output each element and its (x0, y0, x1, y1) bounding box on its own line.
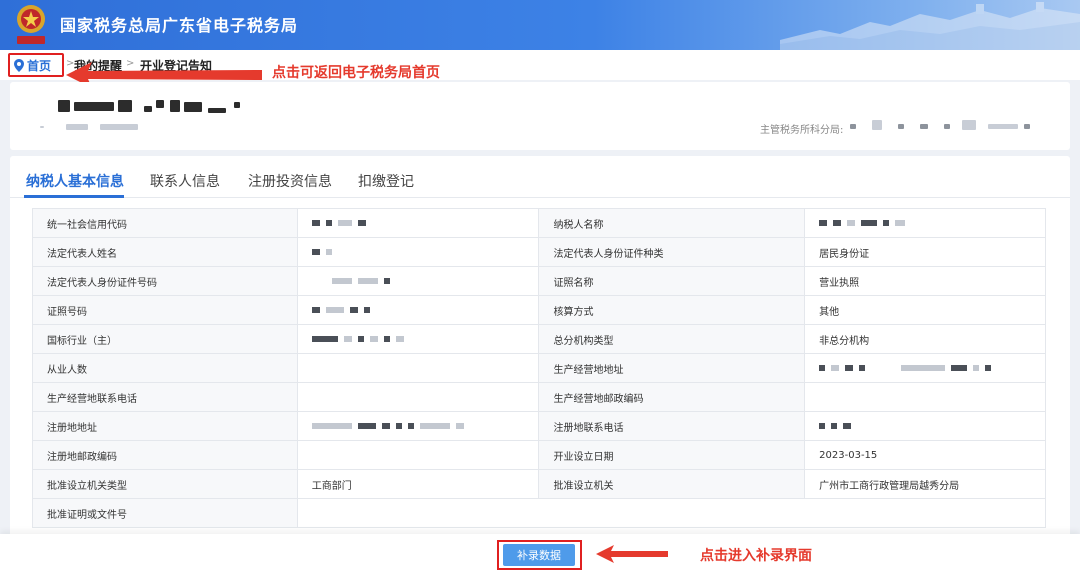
table-row: 法定代表人姓名 法定代表人身份证件种类 居民身份证 (32, 237, 1046, 267)
field-value-redacted (296, 295, 540, 325)
field-value: 其他 (804, 295, 1046, 325)
tab-contacts[interactable]: 联系人信息 (150, 171, 220, 191)
tax-emblem-icon (17, 5, 45, 44)
field-value-redacted (296, 208, 540, 238)
tab-withholding[interactable]: 扣缴登记 (358, 171, 414, 191)
field-value (296, 440, 540, 470)
field-value (804, 382, 1046, 412)
tab-basic-info[interactable]: 纳税人基本信息 (26, 171, 124, 191)
field-value (296, 353, 540, 383)
field-label: 国标行业（主） (32, 324, 298, 354)
taxpayer-info-table: 统一社会信用代码 纳税人名称 法定代表人姓名 法定代表人身份证件种类 居民身份证… (32, 208, 1047, 528)
field-label: 开业设立日期 (538, 440, 806, 470)
field-label: 证照名称 (538, 266, 806, 296)
field-label: 法定代表人身份证件号码 (32, 266, 298, 296)
field-value-redacted (804, 353, 1046, 383)
field-label: 生产经营地邮政编码 (538, 382, 806, 412)
field-value-redacted (804, 411, 1046, 441)
active-tab-indicator (24, 195, 124, 198)
tax-office-label: 主管税务所科分局: (760, 125, 844, 136)
supplement-data-button[interactable]: 补录数据 (503, 544, 575, 566)
table-row: 生产经营地联系电话 生产经营地邮政编码 (32, 382, 1046, 412)
field-label: 批准设立机关 (538, 469, 806, 499)
tab-investment[interactable]: 注册投资信息 (248, 171, 332, 191)
field-label: 注册地地址 (32, 411, 298, 441)
table-row: 批准设立机关类型 工商部门 批准设立机关 广州市工商行政管理局越秀分局 (32, 469, 1046, 499)
field-label: 批准设立机关类型 (32, 469, 298, 499)
field-label: 注册地联系电话 (538, 411, 806, 441)
table-row: 法定代表人身份证件号码 证照名称 营业执照 (32, 266, 1046, 296)
field-value: 非总分机构 (804, 324, 1046, 354)
field-label: 法定代表人身份证件种类 (538, 237, 806, 267)
field-label: 法定代表人姓名 (32, 237, 298, 267)
table-row: 批准证明或文件号 (32, 498, 1047, 528)
table-row: 从业人数 生产经营地地址 (32, 353, 1046, 383)
supplement-hint-annotation: 点击进入补录界面 (700, 548, 812, 564)
table-row: 注册地邮政编码 开业设立日期 2023-03-15 (32, 440, 1046, 470)
field-value-redacted (296, 237, 540, 267)
field-value (296, 498, 1047, 528)
field-label: 批准证明或文件号 (32, 498, 298, 528)
breadcrumb-home-link[interactable]: 首页 (8, 53, 64, 77)
field-label: 生产经营地地址 (538, 353, 806, 383)
field-label: 生产经营地联系电话 (32, 382, 298, 412)
table-row: 国标行业（主） 总分机构类型 非总分机构 (32, 324, 1046, 354)
field-value-redacted (804, 208, 1046, 238)
table-row: 统一社会信用代码 纳税人名称 (32, 208, 1046, 238)
field-value (296, 382, 540, 412)
tab-bar: 纳税人基本信息 联系人信息 注册投资信息 扣缴登记 (10, 156, 1070, 198)
table-row: 证照号码 核算方式 其他 (32, 295, 1046, 325)
breadcrumb-home-label: 首页 (27, 58, 52, 73)
field-label: 纳税人名称 (538, 208, 806, 238)
field-value: 2023-03-15 (804, 440, 1046, 470)
location-pin-icon (14, 58, 24, 72)
field-value: 居民身份证 (804, 237, 1046, 267)
field-value: 广州市工商行政管理局越秀分局 (804, 469, 1046, 499)
field-label: 从业人数 (32, 353, 298, 383)
field-value: 营业执照 (804, 266, 1046, 296)
field-label: 注册地邮政编码 (32, 440, 298, 470)
taxpayer-info-panel: 纳税人基本信息 联系人信息 注册投资信息 扣缴登记 统一社会信用代码 纳税人名称… (10, 156, 1070, 556)
table-row: 注册地地址 注册地联系电话 (32, 411, 1046, 441)
great-wall-decoration (780, 2, 1080, 50)
field-label: 核算方式 (538, 295, 806, 325)
field-value-redacted (296, 324, 540, 354)
field-label: 证照号码 (32, 295, 298, 325)
field-value: 工商部门 (296, 469, 540, 499)
company-card: 主管税务所科分局: (10, 82, 1070, 150)
field-label: 总分机构类型 (538, 324, 806, 354)
red-arrow-left-icon (596, 545, 668, 563)
app-title: 国家税务总局广东省电子税务局 (60, 16, 299, 35)
field-label: 统一社会信用代码 (32, 208, 298, 238)
app-header: 国家税务总局广东省电子税务局 (0, 0, 1080, 50)
field-value-redacted (296, 411, 540, 441)
field-value-redacted (296, 266, 540, 296)
home-hint-annotation: 点击可返回电子税务局首页 (272, 65, 440, 81)
